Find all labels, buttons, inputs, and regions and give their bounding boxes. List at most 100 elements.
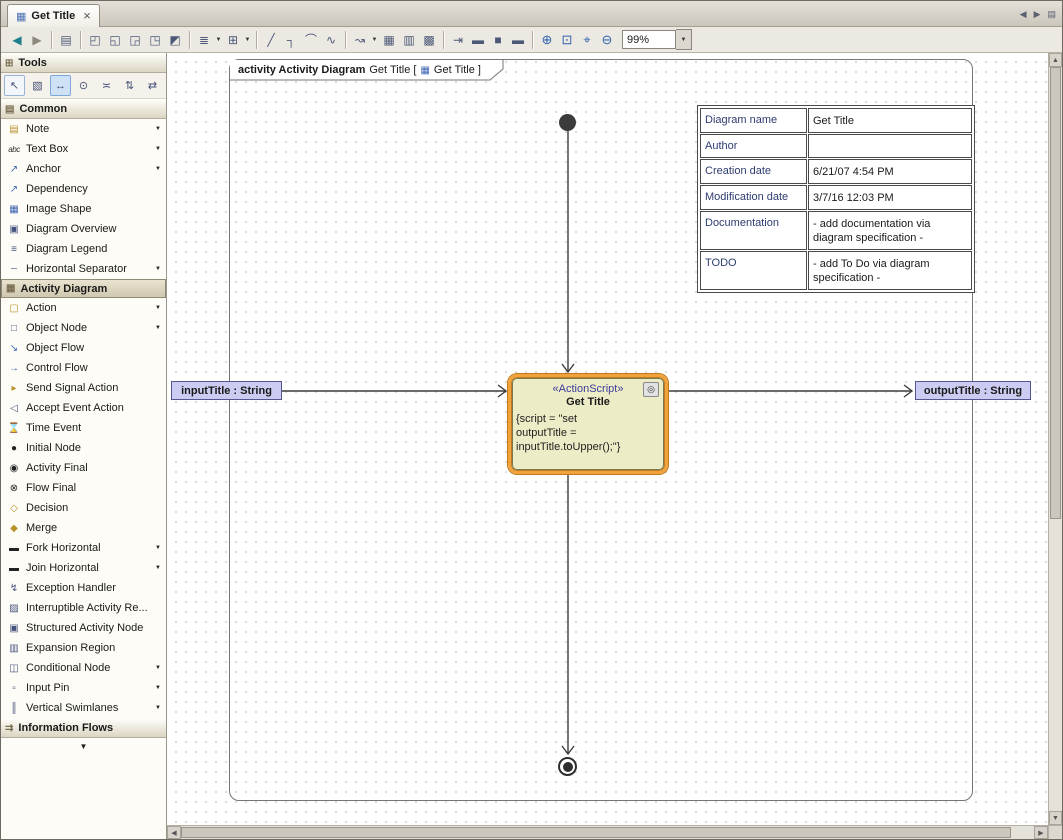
palette-item-object-flow[interactable]: ↘ Object Flow bbox=[1, 338, 166, 358]
diagram-canvas[interactable]: activity Activity Diagram Get Title [ ▦ … bbox=[167, 53, 1048, 825]
cut-button[interactable]: ◳ bbox=[145, 30, 165, 50]
palette-item-anchor[interactable]: ↗ Anchor ▼ bbox=[1, 159, 166, 179]
delete-button[interactable]: ◩ bbox=[165, 30, 185, 50]
zoom-selection-button[interactable]: ⌖ bbox=[577, 30, 597, 50]
palette-item-horizontal-separator[interactable]: ┄ Horizontal Separator ▼ bbox=[1, 259, 166, 279]
chevron-down-icon[interactable]: ▼ bbox=[214, 37, 223, 43]
palette-item-image-shape[interactable]: ▦ Image Shape bbox=[1, 199, 166, 219]
chevron-down-icon[interactable]: ▼ bbox=[155, 325, 161, 331]
chevron-down-icon[interactable]: ▼ bbox=[155, 305, 161, 311]
initial-node[interactable] bbox=[559, 114, 576, 131]
zoom-level-select[interactable]: 99% ▼ bbox=[622, 29, 692, 50]
palette-item-send-signal-action[interactable]: ▸ Send Signal Action bbox=[1, 378, 166, 398]
palette-item-action[interactable]: ▢ Action ▼ bbox=[1, 298, 166, 318]
select-tool-button[interactable]: ↖ bbox=[4, 75, 25, 96]
palette-item-dependency[interactable]: ↗ Dependency bbox=[1, 179, 166, 199]
distribute-tool-button[interactable]: ≍ bbox=[96, 75, 117, 96]
palette-item-accept-event-action[interactable]: ◁ Accept Event Action bbox=[1, 398, 166, 418]
containment-tree-button[interactable]: ▤ bbox=[56, 30, 76, 50]
action-node-selection[interactable]: «ActionScript» Get Title {script = "set … bbox=[508, 374, 668, 474]
palette-item-time-event[interactable]: ⌛ Time Event bbox=[1, 418, 166, 438]
copy-button[interactable]: ◰ bbox=[85, 30, 105, 50]
grid-options-button[interactable]: ▩ bbox=[419, 30, 439, 50]
action-node-get-title[interactable]: «ActionScript» Get Title {script = "set … bbox=[512, 378, 664, 470]
vertical-scrollbar[interactable]: ▲ ▼ bbox=[1048, 53, 1062, 825]
zoom-level-value[interactable]: 99% bbox=[622, 30, 676, 49]
swimlane-button[interactable]: ⇥ bbox=[448, 30, 468, 50]
chevron-down-icon[interactable]: ▼ bbox=[155, 665, 161, 671]
previous-diagram-button[interactable]: ◀ bbox=[1020, 9, 1027, 20]
forward-button[interactable]: ▶ bbox=[27, 30, 47, 50]
shape-width-button[interactable]: ▬ bbox=[468, 30, 488, 50]
palette-scroll-down-button[interactable]: ▼ bbox=[1, 738, 166, 751]
diagram-info-table[interactable]: Diagram name Get Title Author Creation d… bbox=[697, 105, 975, 293]
vertical-scroll-thumb[interactable] bbox=[1050, 67, 1061, 519]
scroll-right-button[interactable]: ▶ bbox=[1034, 826, 1048, 839]
diagram-list-button[interactable]: ▤ bbox=[1047, 9, 1056, 20]
palette-item-note[interactable]: ▤ Note ▼ bbox=[1, 119, 166, 139]
rectilinear-path-button[interactable]: ┐ bbox=[281, 30, 301, 50]
palette-section-tools[interactable]: ⊞ Tools bbox=[1, 53, 166, 73]
horizontal-scroll-thumb[interactable] bbox=[181, 827, 1011, 838]
palette-item-flow-final[interactable]: ⊗ Flow Final bbox=[1, 478, 166, 498]
chevron-down-icon[interactable]: ▼ bbox=[243, 37, 252, 43]
output-pin-label[interactable]: outputTitle : String bbox=[915, 381, 1031, 400]
scroll-down-button[interactable]: ▼ bbox=[1049, 811, 1062, 825]
zoom-out-button[interactable]: ⊖ bbox=[597, 30, 617, 50]
palette-item-vertical-swimlanes[interactable]: ║ Vertical Swimlanes ▼ bbox=[1, 698, 166, 718]
order-tool-button[interactable]: ⇅ bbox=[119, 75, 140, 96]
chevron-down-icon[interactable]: ▼ bbox=[155, 266, 161, 272]
chevron-down-icon[interactable]: ▼ bbox=[155, 166, 161, 172]
palette-section-activity-diagram[interactable]: ▦ Activity Diagram bbox=[1, 279, 166, 298]
chevron-down-icon[interactable]: ▼ bbox=[155, 565, 161, 571]
snap-grid-button[interactable]: ▥ bbox=[399, 30, 419, 50]
next-diagram-button[interactable]: ▶ bbox=[1034, 9, 1041, 20]
palette-item-initial-node[interactable]: ● Initial Node bbox=[1, 438, 166, 458]
palette-item-fork-horizontal[interactable]: ▬ Fork Horizontal ▼ bbox=[1, 538, 166, 558]
back-button[interactable]: ◀ bbox=[7, 30, 27, 50]
swap-tool-button[interactable]: ⇄ bbox=[142, 75, 163, 96]
chevron-down-icon[interactable]: ▼ bbox=[155, 146, 161, 152]
dependency-tool-button[interactable]: ↝ bbox=[350, 30, 370, 50]
zoom-in-button[interactable]: ⊕ bbox=[537, 30, 557, 50]
zoom-fit-button[interactable]: ⊡ bbox=[557, 30, 577, 50]
show-grid-button[interactable]: ▦ bbox=[379, 30, 399, 50]
oblique-path-button[interactable]: ╱ bbox=[261, 30, 281, 50]
palette-item-input-pin[interactable]: ▫ Input Pin ▼ bbox=[1, 678, 166, 698]
palette-item-expansion-region[interactable]: ▥ Expansion Region bbox=[1, 638, 166, 658]
shape-height-button[interactable]: ▬ bbox=[508, 30, 528, 50]
chevron-down-icon[interactable]: ▼ bbox=[155, 545, 161, 551]
paste-special-button[interactable]: ◲ bbox=[125, 30, 145, 50]
palette-item-activity-final[interactable]: ◉ Activity Final bbox=[1, 458, 166, 478]
palette-item-interruptible-activity-region[interactable]: ▨ Interruptible Activity Re... bbox=[1, 598, 166, 618]
shape-size-button[interactable]: ■ bbox=[488, 30, 508, 50]
chevron-down-icon[interactable]: ▼ bbox=[155, 705, 161, 711]
palette-item-exception-handler[interactable]: ↯ Exception Handler bbox=[1, 578, 166, 598]
palette-item-structured-activity-node[interactable]: ▣ Structured Activity Node bbox=[1, 618, 166, 638]
chevron-down-icon[interactable]: ▼ bbox=[676, 29, 692, 50]
scroll-up-button[interactable]: ▲ bbox=[1049, 53, 1062, 67]
distribute-button[interactable]: ⊞ bbox=[223, 30, 243, 50]
palette-item-join-horizontal[interactable]: ▬ Join Horizontal ▼ bbox=[1, 558, 166, 578]
palette-item-diagram-overview[interactable]: ▣ Diagram Overview bbox=[1, 219, 166, 239]
paste-button[interactable]: ◱ bbox=[105, 30, 125, 50]
diagram-frame-header[interactable]: activity Activity Diagram Get Title [ ▦ … bbox=[230, 60, 504, 80]
palette-section-common[interactable]: ▤ Common bbox=[1, 99, 166, 119]
activity-final-node[interactable] bbox=[558, 757, 577, 776]
horizontal-scrollbar[interactable]: ◀ ▶ bbox=[167, 826, 1048, 839]
resize-tool-button[interactable]: ↔ bbox=[50, 75, 71, 96]
curved-path-button[interactable]: ⌒ bbox=[301, 30, 321, 50]
palette-item-text-box[interactable]: abc Text Box ▼ bbox=[1, 139, 166, 159]
align-button[interactable]: ≣ bbox=[194, 30, 214, 50]
chevron-down-icon[interactable]: ▼ bbox=[155, 126, 161, 132]
palette-item-control-flow[interactable]: → Control Flow bbox=[1, 358, 166, 378]
palette-item-conditional-node[interactable]: ◫ Conditional Node ▼ bbox=[1, 658, 166, 678]
scroll-left-button[interactable]: ◀ bbox=[167, 826, 181, 839]
chevron-down-icon[interactable]: ▼ bbox=[155, 685, 161, 691]
close-icon[interactable]: × bbox=[83, 11, 91, 21]
palette-item-decision[interactable]: ◇ Decision bbox=[1, 498, 166, 518]
palette-section-information-flows[interactable]: ⇉ Information Flows bbox=[1, 718, 166, 738]
palette-item-diagram-legend[interactable]: ≡ Diagram Legend bbox=[1, 239, 166, 259]
tab-get-title[interactable]: ▦ Get Title × bbox=[7, 4, 100, 27]
palette-item-object-node[interactable]: □ Object Node ▼ bbox=[1, 318, 166, 338]
